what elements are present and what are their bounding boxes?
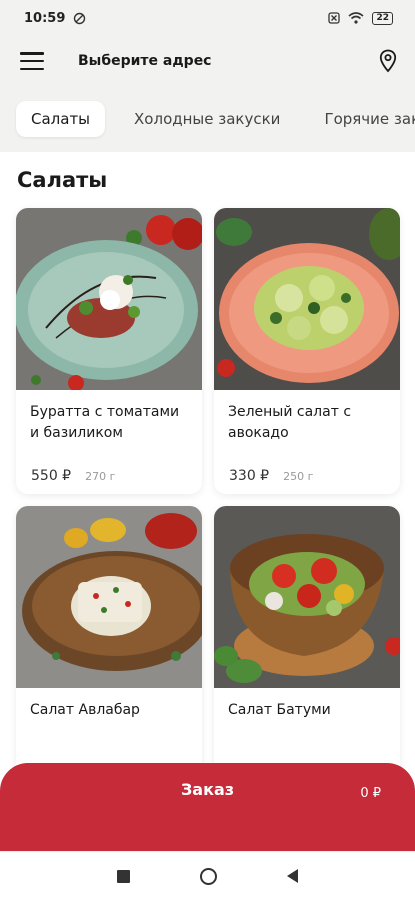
order-total: 0 ₽	[360, 786, 381, 801]
system-nav-bar	[0, 851, 415, 900]
product-price: 330 ₽	[229, 468, 270, 484]
order-button[interactable]: Заказ 0 ₽	[0, 763, 415, 851]
product-photo	[16, 506, 202, 688]
product-card[interactable]: Салат Авлабар	[16, 506, 202, 792]
product-name: Буратта с томатами и базиликом	[30, 404, 180, 441]
home-circle-icon[interactable]	[200, 867, 217, 885]
recents-square-icon[interactable]	[117, 869, 130, 883]
product-card[interactable]: Салат Батуми	[214, 506, 400, 792]
product-photo	[16, 208, 202, 390]
status-time: 10:59	[24, 10, 66, 26]
battery-icon: 22	[372, 11, 393, 25]
order-label: Заказ	[180, 780, 235, 799]
product-grid: Буратта с томатами и базиликом 550 ₽ 270…	[16, 208, 402, 792]
tab-cold-appetizers[interactable]: Холодные закуски	[119, 101, 295, 137]
product-name: Зеленый салат с авокадо	[228, 404, 352, 441]
address-selector[interactable]: Выберите адрес	[78, 53, 379, 69]
product-name: Салат Авлабар	[30, 702, 140, 718]
back-triangle-icon[interactable]	[287, 869, 298, 883]
wifi-icon	[348, 12, 364, 24]
tab-salads[interactable]: Салаты	[16, 101, 106, 137]
product-card[interactable]: Зеленый салат с авокадо 330 ₽ 250 г	[214, 208, 400, 494]
product-name: Салат Батуми	[228, 702, 331, 718]
top-app-bar: Выберите адрес	[0, 36, 415, 86]
section-title: Салаты	[17, 168, 108, 192]
product-price: 550 ₽	[31, 468, 72, 484]
product-photo	[214, 208, 400, 390]
sim-icon	[328, 12, 341, 24]
category-tabs: Салаты Холодные закуски Горячие закуски	[0, 86, 415, 152]
product-photo	[214, 506, 400, 688]
product-weight: 270 г	[85, 470, 116, 483]
status-bar: 10:59 22	[0, 0, 415, 36]
location-pin-icon[interactable]	[379, 49, 397, 73]
product-weight: 250 г	[283, 470, 314, 483]
tab-hot-appetizers[interactable]: Горячие закуски	[309, 101, 415, 137]
product-card[interactable]: Буратта с томатами и базиликом 550 ₽ 270…	[16, 208, 202, 494]
menu-icon[interactable]	[20, 52, 44, 70]
no-disturb-icon	[74, 12, 86, 24]
